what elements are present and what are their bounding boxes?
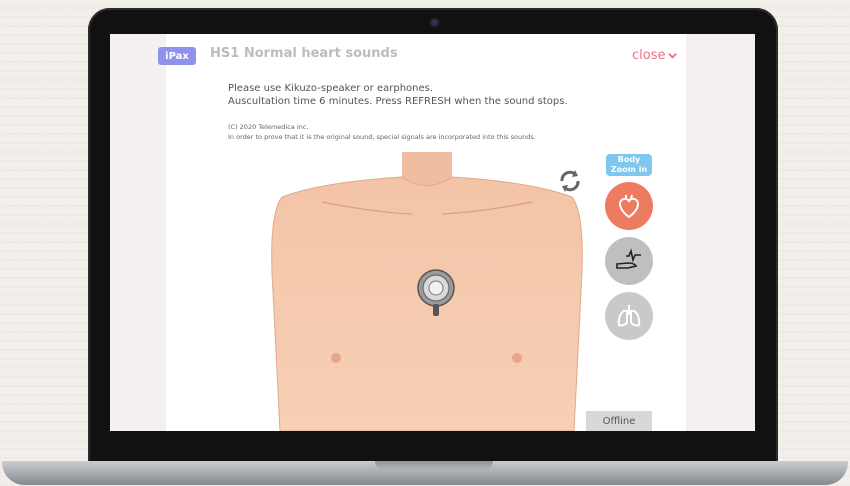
app-header: iPax HS1 Normal heart sounds close [158,34,686,74]
heart-mode-button[interactable] [605,182,653,230]
instruction-line-1: Please use Kikuzo-speaker or earphones. [228,83,434,94]
close-button[interactable]: close [632,48,678,63]
laptop-base-notch [375,461,493,470]
zoom-label-line-2: Zoom in [610,165,648,174]
lung-mode-button[interactable] [605,292,653,340]
lungs-icon [617,305,641,327]
auscultation-app: iPax HS1 Normal heart sounds close Pleas… [158,34,686,431]
pulse-mode-button[interactable] [605,237,653,285]
webcam-icon [431,19,438,26]
screen-margin-right [686,34,755,431]
copyright-text: (C) 2020 Telemedica Inc. [228,123,309,131]
heart-icon [619,194,639,219]
zoom-label-line-1: Body [617,155,641,164]
offline-button[interactable]: Offline [586,411,652,431]
signal-note: In order to prove that it is the origina… [228,133,536,141]
close-label: close [632,48,666,63]
instruction-line-2: Auscultation time 6 minutes. Press REFRE… [228,96,568,107]
pulse-hand-icon [616,248,641,269]
body-zoom-in-button[interactable]: Body Zoom in [606,154,652,176]
refresh-icon[interactable] [556,167,584,195]
instructions: Please use Kikuzo-speaker or earphones. … [228,82,568,108]
page-title: HS1 Normal heart sounds [210,46,398,61]
ipax-badge: iPax [158,47,196,65]
stethoscope-icon[interactable] [416,268,456,318]
copyright-notice: (C) 2020 Telemedica Inc. In order to pro… [228,122,536,142]
screen-margin-left [110,34,166,431]
screen: iPax HS1 Normal heart sounds close Pleas… [110,34,755,431]
chevron-down-icon [668,53,678,59]
